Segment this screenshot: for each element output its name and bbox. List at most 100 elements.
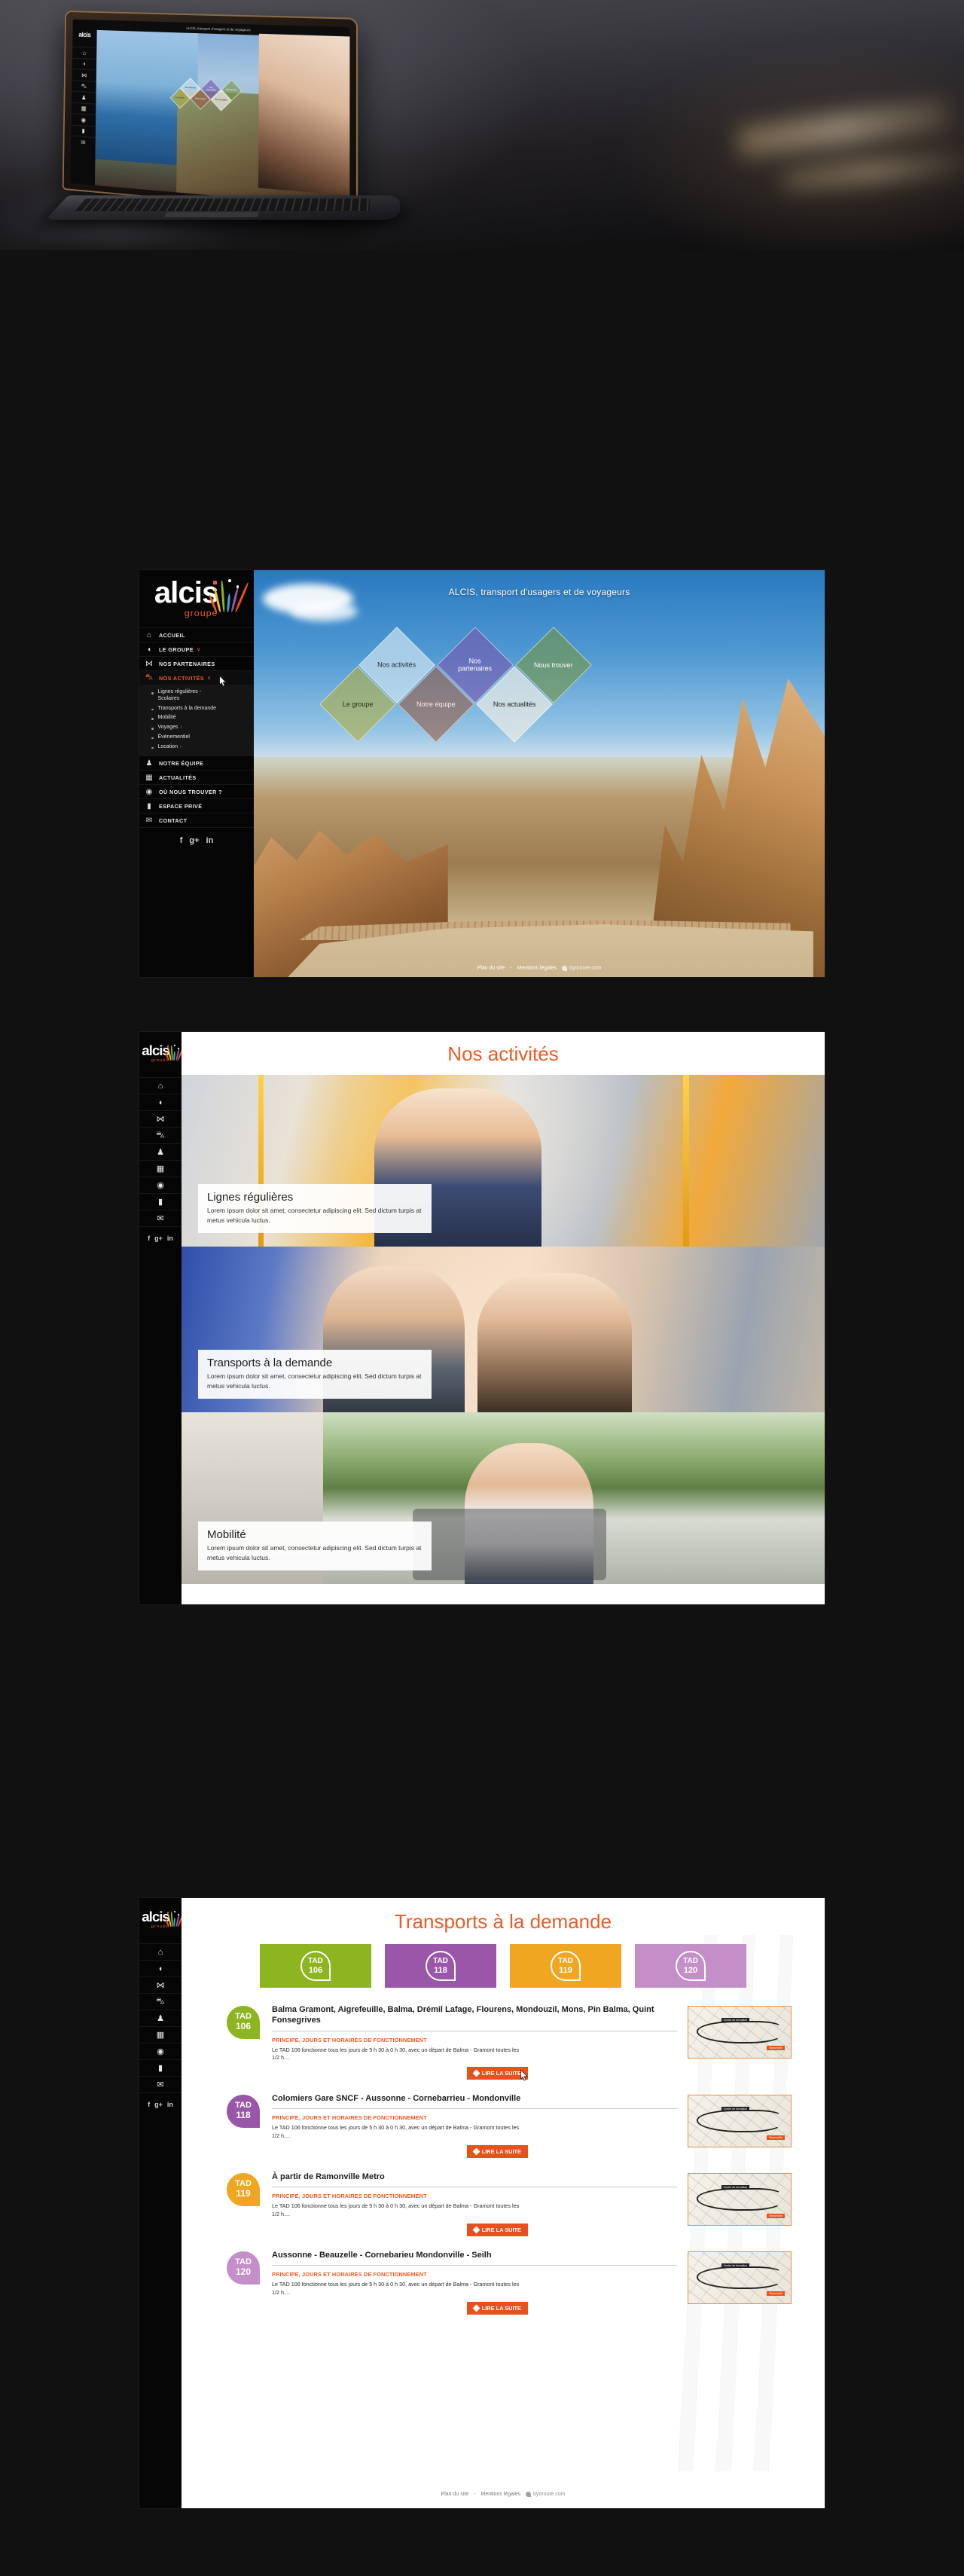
sidebar-item-notre-quipe[interactable]: ♟ — [139, 2010, 182, 2026]
activity-card[interactable]: Transports à la demande Lorem ipsum dolo… — [198, 1350, 432, 1399]
brand-fan-stroke — [227, 594, 230, 612]
brand-logo-mark: alcis groupe — [154, 578, 239, 621]
chevron-down-icon[interactable]: ∨ — [197, 646, 200, 652]
tad-number: 119 — [552, 1967, 579, 1975]
sidebar-item-notre-quipe[interactable]: ♟ NOTRE ÉQUIPE — [139, 755, 254, 770]
activity-card[interactable]: Mobilité Lorem ipsum dolor sit amet, con… — [198, 1521, 432, 1570]
footer-sitemap-link[interactable]: Plan du site — [441, 2492, 469, 2497]
team-icon: ♟ — [139, 1147, 182, 1157]
tad-code: TAD — [427, 1958, 454, 1965]
sidebar-item-accueil[interactable]: ⌂ — [139, 1943, 182, 1960]
tad-number: 106 — [302, 1967, 329, 1975]
facebook-icon[interactable]: f — [148, 2101, 150, 2108]
tad-tile-119[interactable]: TAD 119 — [510, 1944, 621, 1988]
submenu-item[interactable]: Mobilité — [139, 713, 254, 723]
sidebar-item-le-groupe[interactable]: ◖ — [139, 1960, 182, 1976]
facebook-icon[interactable]: f — [148, 1235, 150, 1242]
tad-badge[interactable]: TAD 106 — [215, 2004, 272, 2039]
tad-tile-106[interactable]: TAD 106 — [260, 1944, 371, 1988]
sidebar-item-o-nous-trouver[interactable]: ◉ — [139, 2043, 182, 2059]
sidebar-item-nos-activit-s[interactable]: ⛍ — [139, 1993, 182, 2010]
tad-tile-120[interactable]: TAD 120 — [635, 1944, 746, 1988]
brand-logo[interactable]: alcis groupe — [139, 1032, 182, 1077]
linkedin-icon[interactable]: in — [167, 1235, 173, 1242]
google-plus-icon[interactable]: g+ — [154, 2101, 163, 2108]
sidebar-item-contact[interactable]: ✉ — [139, 2076, 182, 2092]
sidebar-item-nos-partenaires[interactable]: ⋈ NOS PARTENAIRES — [139, 656, 254, 670]
activity-card[interactable]: Lignes régulières Lorem ipsum dolor sit … — [198, 1184, 432, 1233]
sidebar-item-accueil[interactable]: ⌂ ACCUEIL — [139, 627, 254, 642]
read-more-button[interactable]: LIRE LA SUITE — [467, 2145, 528, 2158]
read-more-button[interactable]: LIRE LA SUITE — [467, 2302, 528, 2315]
sidebar-item-o-nous-trouver[interactable]: ◉ OÙ NOUS TROUVER ? — [139, 784, 254, 798]
sidebar-item-o-nous-trouver[interactable]: ◉ — [139, 1177, 182, 1193]
route-map-thumbnail[interactable]: Centre de formation Ramonville — [688, 2006, 792, 2059]
sidebar-item-nos-partenaires[interactable]: ⋈ — [139, 1110, 182, 1127]
linkedin-icon[interactable]: in — [206, 836, 214, 845]
read-more-button[interactable]: LIRE LA SUITE — [467, 2067, 528, 2080]
tad-tile-118[interactable]: TAD 118 — [385, 1944, 496, 1988]
footer-sitemap-link[interactable]: Plan du site — [477, 966, 505, 971]
agency-logo[interactable]: byoroute.com — [526, 2492, 565, 2497]
agency-logo[interactable]: byoroute.com — [562, 966, 601, 971]
submenu-item[interactable]: Location › — [139, 743, 254, 752]
tad-button-wrap: LIRE LA SUITE — [272, 2067, 528, 2080]
brand-logo[interactable]: alcis groupe — [139, 1898, 182, 1943]
map-label-destination: Ramonville — [767, 2214, 785, 2218]
sidebar-item-espace-priv[interactable]: ▮ — [139, 1193, 182, 1210]
sidebar-item-actualit-s[interactable]: ▦ — [139, 1160, 182, 1177]
route-map-thumbnail[interactable]: Centre de formation Ramonville — [688, 2095, 792, 2147]
sidebar-item-le-groupe[interactable]: ◖ — [139, 1094, 182, 1110]
sidebar-item-actualit-s[interactable]: ▦ — [139, 2026, 182, 2043]
tad-row-body: Aussonne - Beauzelle - Cornebarieu Mondo… — [272, 2250, 677, 2315]
chevron-right-icon[interactable]: › — [180, 725, 182, 731]
chevron-up-icon[interactable]: ∧ — [207, 675, 211, 681]
tad-badge[interactable]: TAD 120 — [215, 2250, 272, 2285]
handshake-icon: ⋈ — [139, 1114, 182, 1124]
sidebar-item-label: NOTRE ÉQUIPE — [159, 760, 203, 767]
tad-pin-icon: TAD 106 — [227, 2006, 260, 2039]
footer-legal-link[interactable]: Mentions légales — [480, 2492, 520, 2497]
google-plus-icon[interactable]: g+ — [154, 1235, 163, 1242]
sidebar-item-contact[interactable]: ✉ CONTACT — [139, 813, 254, 827]
page-title: Nos activités — [182, 1032, 825, 1075]
chevron-right-icon[interactable]: › — [180, 744, 182, 751]
footer-bar: Plan du site - Mentions légales byoroute.co… — [182, 2484, 825, 2504]
agency-mark-icon — [562, 966, 567, 971]
sidebar-item-nos-activit-s[interactable]: ⛍ — [139, 1127, 182, 1143]
map-route-line — [697, 2021, 782, 2043]
tad-badge[interactable]: TAD 119 — [215, 2172, 272, 2206]
submenu-item[interactable]: Voyages › — [139, 723, 254, 733]
map-route-line — [697, 2266, 782, 2289]
submenu-item-label: Événementiel — [158, 734, 190, 741]
page-root: alcis ⌂ ◖ ⋈ ⛍ ♟ ▦ ◉ ▮ ✉ ALCIS, transport… — [0, 0, 964, 2576]
handshake-icon: ⋈ — [72, 69, 96, 81]
brand-fan-icon — [215, 578, 241, 613]
submenu-item[interactable]: Transports à la demande — [139, 704, 254, 714]
sidebar-item-actualit-s[interactable]: ▦ ACTUALITÉS — [139, 770, 254, 784]
sidebar-item-label: NOS PARTENAIRES — [159, 661, 215, 667]
sidebar-item-contact[interactable]: ✉ — [139, 1210, 182, 1226]
google-plus-icon[interactable]: g+ — [189, 836, 199, 845]
sidebar-item-notre-quipe[interactable]: ♟ — [139, 1143, 182, 1160]
tad-badge[interactable]: TAD 118 — [215, 2093, 272, 2128]
submenu-item[interactable]: Lignes régulières - Scolaires — [139, 688, 254, 704]
tad-number: 118 — [227, 2111, 260, 2120]
sidebar-item-label: LE GROUPE — [159, 646, 194, 653]
read-more-button[interactable]: LIRE LA SUITE — [467, 2223, 528, 2236]
footer-legal-link[interactable]: Mentions légales — [517, 966, 557, 971]
linkedin-icon[interactable]: in — [167, 2101, 173, 2108]
sidebar-item-espace-priv[interactable]: ▮ — [139, 2059, 182, 2076]
sidebar-item-espace-priv[interactable]: ▮ ESPACE PRIVÉ — [139, 798, 254, 813]
sidebar-item-le-groupe[interactable]: ◖ LE GROUPE ∨ — [139, 642, 254, 656]
submenu-item[interactable]: Événementiel — [139, 733, 254, 743]
tad-number: 118 — [427, 1967, 454, 1975]
brand-logo[interactable]: alcis groupe — [139, 570, 254, 627]
sidebar-item-accueil[interactable]: ⌂ — [139, 1077, 182, 1094]
route-map-thumbnail[interactable]: Centre de formation Ramonville — [688, 2173, 792, 2226]
sidebar-item-nos-partenaires[interactable]: ⋈ — [139, 1976, 182, 1993]
route-map-thumbnail[interactable]: Centre de formation Ramonville — [688, 2251, 792, 2304]
main-nav: ⌂ ACCUEIL ◖ LE GROUPE ∨ ⋈ NOS PARTENAIRES ⛍ NOS … — [139, 627, 254, 827]
facebook-icon[interactable]: f — [180, 836, 183, 845]
sidebar-item-nos-activit-s[interactable]: ⛍ NOS ACTIVITÉS ∧ — [139, 670, 254, 685]
